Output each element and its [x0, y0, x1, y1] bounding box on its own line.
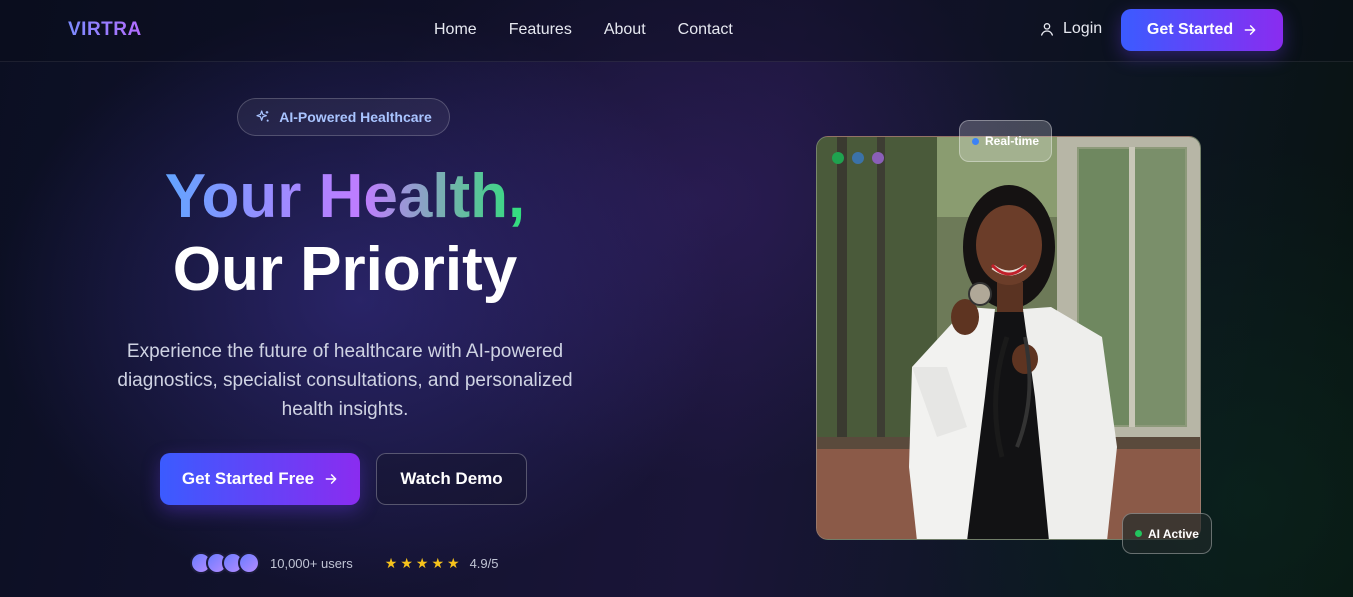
avatar: [238, 552, 260, 574]
doctor-illustration: [817, 137, 1200, 539]
get-started-free-button[interactable]: Get Started Free: [160, 453, 360, 505]
rating-score: 4.9/5: [469, 555, 499, 571]
nav-link-home[interactable]: Home: [434, 21, 477, 39]
top-navbar: VIRTRA Home Features About Contact Login…: [0, 0, 1353, 62]
user-count: 10,000+ users: [270, 555, 353, 571]
login-label: Login: [1063, 20, 1103, 37]
watch-demo-label: Watch Demo: [400, 469, 503, 488]
hero-subtitle: Experience the future of healthcare with…: [117, 341, 573, 420]
hero-headline: Your Health, Our Priority: [0, 160, 690, 306]
brand-logo[interactable]: VIRTRA: [68, 19, 142, 41]
ai-badge: AI-Powered Healthcare: [237, 98, 450, 136]
ai-active-label: AI Active: [1148, 526, 1199, 541]
arrow-right-icon: [325, 474, 337, 484]
social-proof: 10,000+ users ★ ★ ★ ★ ★ 4.9/5: [190, 552, 499, 574]
realtime-chip: Real-time: [959, 120, 1053, 162]
star-icon: ★: [400, 554, 413, 571]
sparkles-icon: [256, 110, 269, 122]
get-started-label: Get Started: [1146, 21, 1234, 38]
blue-dot: [852, 152, 864, 164]
status-dot: [1135, 530, 1142, 537]
arrow-right-icon: [1244, 25, 1256, 35]
user-icon: [1041, 23, 1053, 36]
rating: ★ ★ ★ ★ ★ 4.9/5: [385, 555, 499, 572]
user-avatars: [190, 552, 260, 574]
nav-links: Home Features About Contact: [434, 21, 733, 39]
nav-link-features[interactable]: Features: [509, 21, 572, 39]
star-icon: ★: [431, 554, 445, 571]
status-dot: [972, 137, 979, 145]
star-icon: ★: [415, 554, 429, 571]
window-dots: [832, 152, 884, 164]
doctor-photo: [816, 136, 1201, 540]
watch-demo-button[interactable]: Watch Demo: [376, 453, 527, 505]
badge-label: AI-Powered Healthcare: [279, 109, 432, 125]
get-started-free-label: Get Started Free: [181, 469, 315, 488]
nav-link-about[interactable]: About: [604, 21, 646, 39]
star-icon: ★: [447, 554, 460, 571]
login-button[interactable]: Login: [1039, 20, 1102, 38]
realtime-label: Real-time: [985, 134, 1040, 148]
get-started-button[interactable]: Get Started: [1121, 9, 1283, 51]
nav-link-contact[interactable]: Contact: [678, 21, 733, 39]
headline-line-2: Our Priority: [172, 235, 518, 304]
ai-active-chip: AI Active: [1122, 513, 1212, 554]
purple-dot: [872, 152, 884, 164]
headline-line-1: Your Health,: [165, 160, 526, 234]
green-dot: [832, 152, 844, 164]
star-icon: ★: [384, 554, 398, 571]
